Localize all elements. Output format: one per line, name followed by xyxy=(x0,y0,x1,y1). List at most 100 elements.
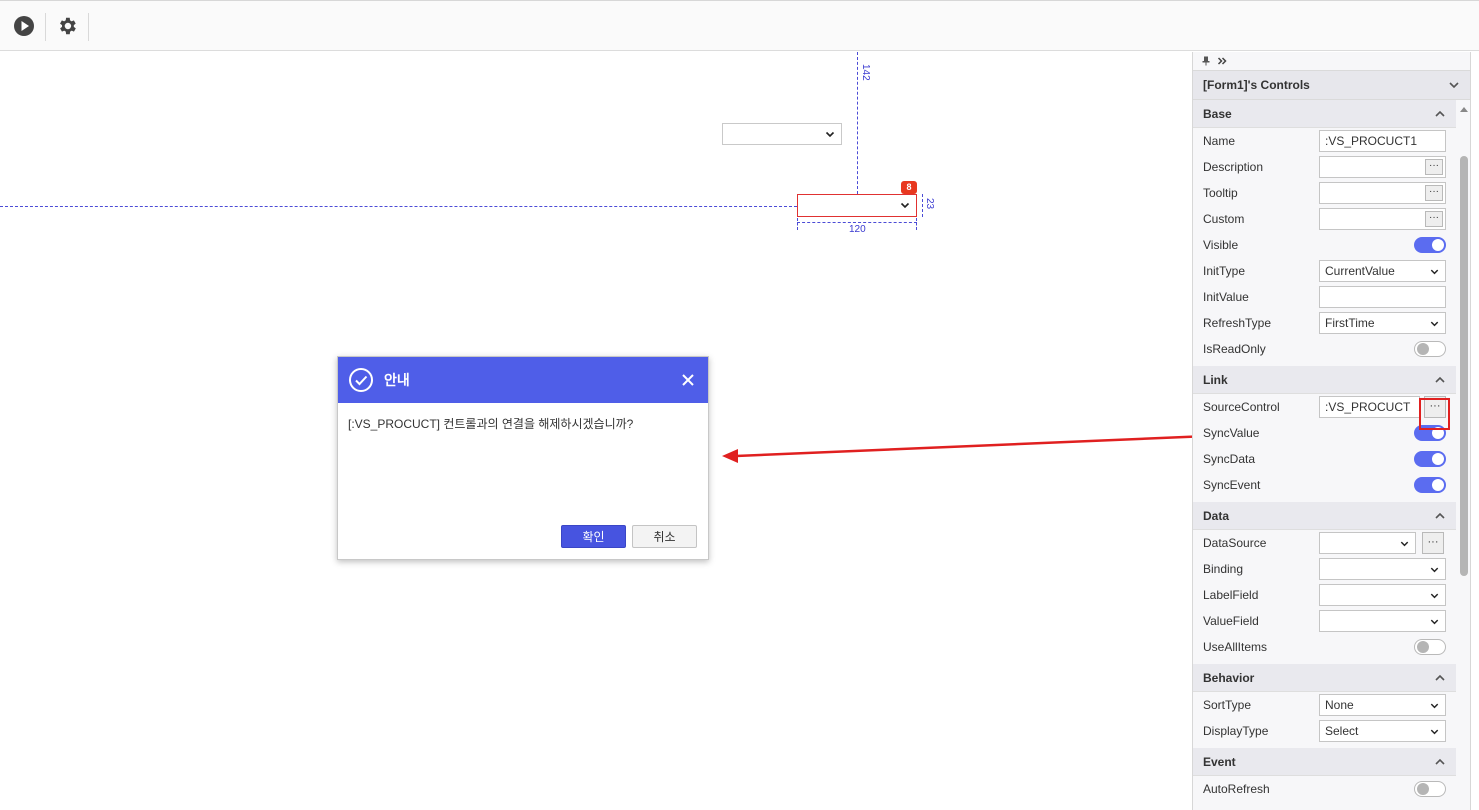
autorefresh-toggle[interactable] xyxy=(1414,781,1446,797)
prop-isreadonly: IsReadOnly xyxy=(1193,336,1456,362)
prop-binding: Binding xyxy=(1193,556,1456,582)
prop-name: Name :VS_PROCUCT1 xyxy=(1193,128,1456,154)
panel-scrollbar[interactable] xyxy=(1460,156,1468,576)
prop-tooltip: Tooltip ··· xyxy=(1193,180,1456,206)
labelfield-select[interactable] xyxy=(1319,584,1446,606)
ok-button[interactable]: 확인 xyxy=(561,525,626,548)
prop-labelfield: LabelField xyxy=(1193,582,1456,608)
select-value: CurrentValue xyxy=(1325,264,1395,278)
custom-input[interactable]: ··· xyxy=(1319,208,1446,230)
prop-autorefresh: AutoRefresh xyxy=(1193,776,1456,802)
guide-line-vertical xyxy=(857,52,858,194)
prop-label: SortType xyxy=(1203,698,1252,712)
cancel-button[interactable]: 취소 xyxy=(632,525,697,548)
prop-initvalue: InitValue xyxy=(1193,284,1456,310)
visible-toggle[interactable] xyxy=(1414,237,1446,253)
run-button[interactable] xyxy=(12,14,36,38)
dialog-title: 안내 xyxy=(384,372,410,388)
chevron-up-icon[interactable] xyxy=(1434,510,1446,522)
chevron-up-icon[interactable] xyxy=(1434,374,1446,386)
chevron-down-icon xyxy=(1430,729,1439,735)
prop-label: UseAllItems xyxy=(1203,640,1268,654)
dialog-message: [:VS_PROCUCT] 컨트롤과의 연결을 해제하시겠습니까? xyxy=(348,417,634,431)
section-event[interactable]: Event xyxy=(1193,748,1456,776)
settings-button[interactable] xyxy=(55,14,79,38)
datasource-select[interactable] xyxy=(1319,532,1416,554)
binding-select[interactable] xyxy=(1319,558,1446,580)
ellipsis-button[interactable]: ··· xyxy=(1425,159,1443,175)
ellipsis-button[interactable]: ··· xyxy=(1425,185,1443,201)
prop-datasource: DataSource ··· xyxy=(1193,530,1456,556)
prop-label: ValueField xyxy=(1203,614,1259,628)
section-base[interactable]: Base xyxy=(1193,100,1456,128)
prop-visible: Visible xyxy=(1193,232,1456,258)
combo-box[interactable] xyxy=(722,123,842,145)
chevron-up-icon[interactable] xyxy=(1434,108,1446,120)
prop-label: LabelField xyxy=(1203,588,1259,602)
panel-title[interactable]: [Form1]'s Controls xyxy=(1193,70,1470,100)
prop-label: SyncData xyxy=(1203,452,1256,466)
section-behavior-label: Behavior xyxy=(1203,670,1255,685)
close-icon[interactable] xyxy=(680,372,696,388)
toolbar-separator xyxy=(45,13,46,41)
properties-panel: [Form1]'s Controls Base Name :VS_PROCUCT… xyxy=(1192,52,1471,810)
sourcecontrol-input[interactable]: :VS_PROCUCT xyxy=(1319,396,1420,418)
chevron-down-icon xyxy=(1430,593,1439,599)
chevron-down-icon xyxy=(1430,567,1439,573)
gear-icon xyxy=(60,17,76,35)
section-behavior[interactable]: Behavior xyxy=(1193,664,1456,692)
dimension-vertical: 142 xyxy=(860,64,871,81)
prop-label: Description xyxy=(1203,160,1264,174)
guide-width-line xyxy=(797,222,917,223)
name-input[interactable]: :VS_PROCUCT1 xyxy=(1319,130,1446,152)
check-circle-icon xyxy=(349,368,373,392)
guide-line-horizontal xyxy=(0,206,797,207)
guide-width-tick xyxy=(797,218,798,230)
sorttype-select[interactable]: None xyxy=(1319,694,1446,716)
syncdata-toggle[interactable] xyxy=(1414,451,1446,467)
prop-label: Name xyxy=(1203,134,1236,148)
refreshtype-select[interactable]: FirstTime xyxy=(1319,312,1446,334)
prop-label: Custom xyxy=(1203,212,1245,226)
double-chevron-right-icon[interactable] xyxy=(1217,56,1227,66)
guide-width-tick xyxy=(916,218,917,230)
prop-label: InitValue xyxy=(1203,290,1249,304)
select-value: FirstTime xyxy=(1325,316,1375,330)
section-link[interactable]: Link xyxy=(1193,366,1456,394)
dimension-width: 120 xyxy=(849,224,866,235)
guide-height-line xyxy=(922,194,923,217)
panel-pin-row xyxy=(1193,52,1470,70)
ellipsis-button[interactable]: ··· xyxy=(1425,211,1443,227)
datasource-ellipsis-button[interactable]: ··· xyxy=(1422,532,1444,554)
section-link-label: Link xyxy=(1203,372,1228,387)
chevron-up-icon[interactable] xyxy=(1434,756,1446,768)
description-input[interactable]: ··· xyxy=(1319,156,1446,178)
section-base-label: Base xyxy=(1203,106,1232,121)
isreadonly-toggle[interactable] xyxy=(1414,341,1446,357)
prop-label: SourceControl xyxy=(1203,400,1280,414)
prop-valuefield: ValueField xyxy=(1193,608,1456,634)
tooltip-input[interactable]: ··· xyxy=(1319,182,1446,204)
prop-refreshtype: RefreshType FirstTime xyxy=(1193,310,1456,336)
prop-inittype: InitType CurrentValue xyxy=(1193,258,1456,284)
prop-label: Binding xyxy=(1203,562,1244,576)
scroll-up-icon[interactable] xyxy=(1460,106,1468,114)
prop-useallitems: UseAllItems xyxy=(1193,634,1456,660)
prop-label: SyncEvent xyxy=(1203,478,1261,492)
selected-combo-box[interactable] xyxy=(797,194,917,217)
section-data[interactable]: Data xyxy=(1193,502,1456,530)
prop-label: SyncValue xyxy=(1203,426,1260,440)
dimension-height: 23 xyxy=(924,198,935,210)
inittype-select[interactable]: CurrentValue xyxy=(1319,260,1446,282)
dialog-header: 안내 xyxy=(338,357,708,403)
syncevent-toggle[interactable] xyxy=(1414,477,1446,493)
prop-syncdata: SyncData xyxy=(1193,446,1456,472)
chevron-down-icon xyxy=(825,131,835,138)
chevron-down-icon[interactable] xyxy=(1448,79,1460,91)
initvalue-input[interactable] xyxy=(1319,286,1446,308)
chevron-up-icon[interactable] xyxy=(1434,672,1446,684)
displaytype-select[interactable]: Select xyxy=(1319,720,1446,742)
valuefield-select[interactable] xyxy=(1319,610,1446,632)
pin-icon[interactable] xyxy=(1201,56,1211,66)
useallitems-toggle[interactable] xyxy=(1414,639,1446,655)
